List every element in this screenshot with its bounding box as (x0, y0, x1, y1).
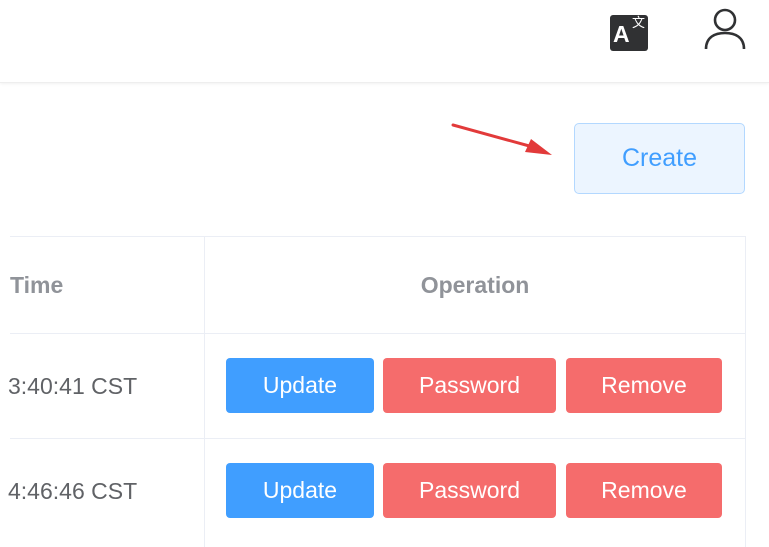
translate-icon[interactable]: A 文 (610, 15, 648, 51)
password-button[interactable]: Password (383, 358, 556, 413)
password-button[interactable]: Password (383, 463, 556, 518)
create-button[interactable]: Create (574, 123, 745, 194)
remove-button[interactable]: Remove (566, 463, 722, 518)
table-row: 3:40:41 CST Update Password Remove (8, 333, 745, 439)
time-cell: 4:46:46 CST (8, 478, 138, 504)
column-header-operation: Operation (205, 237, 745, 333)
user-icon[interactable] (702, 7, 748, 53)
update-button[interactable]: Update (226, 358, 374, 413)
update-button[interactable]: Update (226, 463, 374, 518)
column-header-time: Time (10, 237, 200, 333)
column-header-operation-label: Operation (420, 271, 530, 298)
time-cell: 3:40:41 CST (8, 373, 138, 399)
remove-button[interactable]: Remove (566, 358, 722, 413)
column-header-time-label: Time (10, 271, 64, 298)
translate-glyph-sub: 文 (632, 15, 646, 30)
annotation-arrow-icon (451, 123, 552, 155)
top-header: A 文 (0, 0, 769, 83)
table-row: 4:46:46 CST Update Password Remove (8, 438, 745, 544)
data-table: Time Operation 3:40:41 CST Update Passwo… (8, 236, 746, 547)
translate-glyph-main: A (613, 21, 630, 47)
